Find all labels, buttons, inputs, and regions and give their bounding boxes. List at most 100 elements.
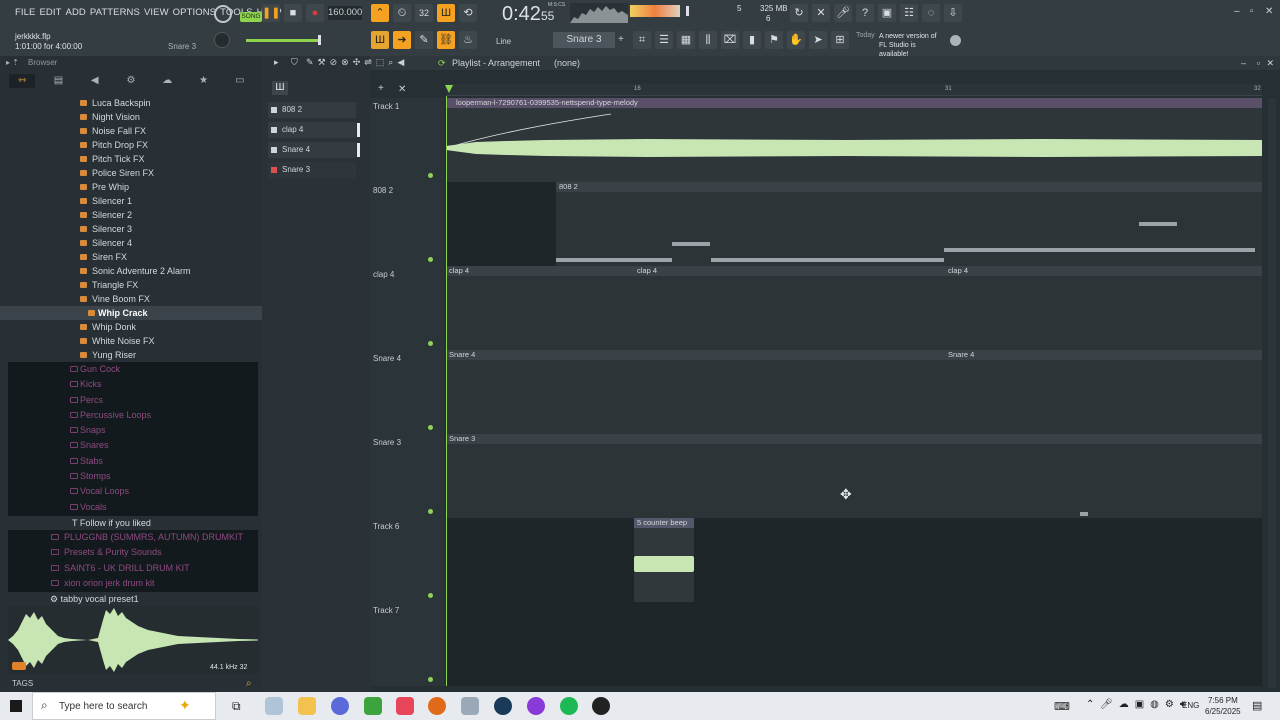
wait-for-input-icon[interactable]: ⏲	[393, 4, 411, 22]
playlist-pattern[interactable]: (none)	[554, 56, 580, 70]
menu-view[interactable]: VIEW	[144, 7, 169, 18]
browser-item[interactable]: White Noise FX	[0, 334, 262, 348]
snap-playlist-icon[interactable]: Ш	[371, 31, 389, 49]
track-lane[interactable]: 5 counter beep	[446, 518, 1262, 602]
firefox-icon[interactable]	[428, 697, 446, 715]
taskbar-app-icon[interactable]	[461, 697, 479, 715]
track-active-indicator[interactable]	[428, 593, 433, 598]
browser-item[interactable]: Silencer 2	[0, 208, 262, 222]
playhead-marker-icon[interactable]	[445, 85, 453, 93]
news-text[interactable]: A newer version of FL Studio is availabl…	[879, 32, 945, 59]
browser-options-icon[interactable]: ▸ ⇡	[6, 58, 19, 67]
track-active-indicator[interactable]	[428, 173, 433, 178]
playlist-collapse-icon[interactable]: Ш	[272, 81, 288, 95]
pattern-clip[interactable]: clap 4	[945, 266, 1262, 350]
speed-icon[interactable]: ➤	[809, 31, 827, 49]
track-lane[interactable]: looperman-l-7290761-0399535-nettspend-ty…	[446, 98, 1262, 182]
browser-item[interactable]: Pre Whip	[0, 180, 262, 194]
snap-mode-label[interactable]: Line	[496, 37, 511, 46]
browser-tab-project-icon[interactable]: ▤	[45, 74, 71, 88]
browser-item[interactable]: Pitch Drop FX	[0, 138, 262, 152]
browser-item[interactable]: Sonic Adventure 2 Alarm	[0, 264, 262, 278]
record-button[interactable]: ●	[306, 4, 324, 22]
track-active-indicator[interactable]	[428, 425, 433, 430]
minimize-window-icon[interactable]: –	[1234, 6, 1240, 17]
step-edit-icon[interactable]: Ш	[437, 4, 455, 22]
menu-file[interactable]: FILE	[15, 7, 35, 18]
menu-add[interactable]: ADD	[66, 7, 86, 18]
master-volume-handle[interactable]	[318, 35, 321, 45]
browser-item[interactable]: Yung Riser	[0, 348, 262, 362]
track-lane[interactable]: Snare 4 Snare 4	[446, 350, 1262, 434]
master-volume-knob[interactable]	[214, 32, 230, 48]
clip-tools-icon[interactable]: ✕	[812, 4, 830, 22]
browser-folder[interactable]: Vocals	[8, 500, 258, 515]
track-header[interactable]: Track 6	[370, 518, 444, 602]
song-mode-toggle[interactable]: SONG	[240, 12, 262, 22]
shop-icon[interactable]: ⊞	[831, 31, 849, 49]
browser-folder[interactable]: Snares	[8, 438, 258, 453]
browser-tab-favorites-icon[interactable]: ★	[191, 74, 217, 88]
track-lane[interactable]: clap 4 clap 4 clap 4	[446, 266, 1262, 350]
file-explorer-icon[interactable]	[298, 697, 316, 715]
mixer-icon[interactable]: ☷	[900, 4, 918, 22]
refresh-icon[interactable]: ↻	[790, 4, 808, 22]
channel-item[interactable]: clap 4	[268, 122, 360, 138]
piano-roll-icon[interactable]: ⌧	[721, 31, 739, 49]
audio-clip[interactable]: looperman-l-7290761-0399535-nettspend-ty…	[446, 98, 1262, 182]
step-sequencer-icon[interactable]: ▦	[677, 31, 695, 49]
browser-tab-all-icon[interactable]: ⇿	[9, 74, 36, 88]
mixer-view-icon[interactable]: ⫼	[699, 31, 717, 49]
browser-item-selected[interactable]: Whip Crack	[0, 306, 262, 320]
playlist-view-icon[interactable]: ⌗	[633, 31, 651, 49]
playlist-tool-icons[interactable]: ✎⚒⊘⊗✣⇌⬚⌕◀	[306, 57, 408, 68]
pattern-clip[interactable]: Snare 4	[446, 350, 945, 434]
chat-icon[interactable]: ◌	[922, 4, 940, 22]
browser-item[interactable]: Silencer 3	[0, 222, 262, 236]
browser-item[interactable]: Noise Fall FX	[0, 124, 262, 138]
pattern-selector[interactable]: Snare 3	[553, 32, 615, 48]
channel-rack-icon[interactable]: ☰	[655, 31, 673, 49]
download-icon[interactable]: ⇩	[944, 4, 962, 22]
track-header[interactable]: Track 1	[370, 98, 444, 182]
taskbar-app-icon[interactable]	[527, 697, 545, 715]
vertical-scrollbar[interactable]	[1268, 98, 1276, 688]
browser-tab-cloud-icon[interactable]: ☁	[154, 74, 180, 88]
notification-icon[interactable]: ▤	[1252, 699, 1262, 712]
browser-view-icon[interactable]: ▮	[743, 31, 761, 49]
taskbar-app-icon[interactable]	[592, 697, 610, 715]
browser-tab-plugins-icon[interactable]: ⚙	[118, 74, 144, 88]
tempo-display[interactable]: 160.000	[328, 6, 362, 20]
playlist-maximize-icon[interactable]: ▫	[1257, 56, 1260, 70]
steam-icon[interactable]	[494, 697, 512, 715]
playlist-close-icon[interactable]: ✕	[1266, 56, 1274, 70]
browser-tab-current-icon[interactable]: ◀	[82, 74, 108, 88]
spotify-icon[interactable]	[560, 697, 578, 715]
browser-item[interactable]: Police Siren FX	[0, 166, 262, 180]
close-window-icon[interactable]: ✕	[1265, 6, 1273, 17]
track-header[interactable]: Snare 3	[370, 434, 444, 518]
browser-item[interactable]: Vine Boom FX	[0, 292, 262, 306]
sample-play-icon[interactable]	[12, 662, 26, 670]
keyboard-icon[interactable]: ⌨	[1054, 700, 1070, 713]
add-pattern-icon[interactable]: +	[618, 34, 624, 45]
browser-tab-folder-icon[interactable]: ▭	[227, 74, 253, 88]
menu-edit[interactable]: EDIT	[39, 7, 61, 18]
taskbar-app-icon[interactable]	[265, 697, 283, 715]
pattern-clip[interactable]: 808 2	[556, 182, 1262, 266]
stop-button[interactable]: ■	[284, 4, 302, 22]
save-icon[interactable]: ▣	[878, 4, 896, 22]
pattern-clip[interactable]: Snare 4	[945, 350, 1262, 434]
menu-options[interactable]: OPTIONS	[173, 7, 216, 18]
browser-pack[interactable]: PLUGGNB (SUMMRS, AUTUMN) DRUMKIT	[8, 530, 258, 545]
pattern-clip[interactable]: clap 4	[634, 266, 945, 350]
plugin-picker-icon[interactable]: ⚑	[765, 31, 783, 49]
task-view-icon[interactable]: ⧉	[232, 699, 241, 714]
channel-item[interactable]: 808 2	[268, 102, 356, 118]
preset-item[interactable]: ⚙ tabby vocal preset1	[50, 592, 139, 606]
browser-item[interactable]: Night Vision	[0, 110, 262, 124]
browser-folder[interactable]: Percs	[8, 393, 258, 408]
browser-item[interactable]: Silencer 1	[0, 194, 262, 208]
track-active-indicator[interactable]	[428, 677, 433, 682]
browser-item[interactable]: Luca Backspin	[0, 96, 262, 110]
